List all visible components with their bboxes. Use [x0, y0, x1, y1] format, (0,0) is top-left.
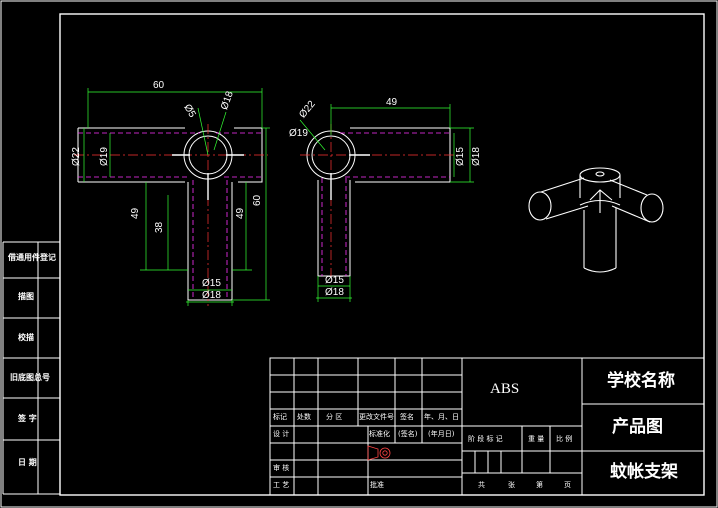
date-label: (年月日) [428, 430, 455, 438]
dim-left-d19: Ø19 [99, 147, 110, 166]
left-view-dimension-lines [83, 88, 270, 306]
rev-header-change-doc: 更改文件号 [359, 413, 394, 421]
right-view-dimension-lines [299, 104, 474, 302]
dim-left-d15-bottom: Ø15 [202, 278, 221, 289]
cad-drawing-sheet [0, 0, 718, 508]
outer-border [0, 0, 718, 508]
side-panel-grid [2, 241, 60, 495]
school-name: 学校名称 [607, 371, 675, 391]
approve-label: 批准 [370, 481, 384, 489]
dim-right-d15-bottom: Ø15 [325, 275, 344, 286]
dim-left-d18-bottom: Ø18 [202, 290, 221, 301]
dim-left-49b: 49 [235, 207, 246, 219]
dim-right-49: 49 [386, 97, 398, 108]
weight-header: 重 量 [528, 435, 545, 443]
rev-header-sign: 签名 [400, 413, 414, 421]
rev-header-count: 处数 [297, 413, 311, 421]
sheet-page-label: 页 [564, 481, 571, 489]
side-label-borrowed-parts: 借通用件登记 [8, 253, 56, 262]
dim-left-d22: Ø22 [71, 147, 82, 166]
right-view-hidden-lines [321, 132, 450, 276]
rev-header-mark: 标记 [273, 413, 287, 421]
sheet-unit-label: 张 [508, 481, 515, 489]
right-view-center-lines [300, 124, 458, 282]
stage-mark-header: 阶 段 标 记 [468, 435, 503, 443]
first-angle-projection-icon [367, 445, 391, 461]
sheet-no-label: 第 [536, 481, 543, 489]
side-label-checking: 校描 [18, 333, 34, 342]
side-label-signature: 签 字 [18, 414, 37, 423]
right-view-outline [306, 127, 451, 277]
isometric-bracket-icon [528, 167, 664, 273]
rev-header-zone: 分 区 [326, 413, 343, 421]
dim-right-d18-bottom: Ø18 [325, 287, 344, 298]
side-label-date: 日 期 [18, 458, 37, 467]
drawing-type: 产品图 [612, 417, 663, 437]
dim-left-38: 38 [154, 221, 165, 233]
dim-left-49a: 49 [130, 207, 141, 219]
rev-header-date: 年、月、日 [424, 413, 459, 421]
dim-right-d19: Ø19 [289, 128, 308, 139]
material-value: ABS [490, 381, 520, 397]
role-process: 工 艺 [273, 481, 290, 489]
dim-right-d18: Ø18 [471, 147, 482, 166]
side-label-old-drawing-no: 旧底图总号 [10, 373, 50, 382]
sheet-total-label: 共 [478, 481, 485, 489]
part-name: 蚊帐支架 [610, 462, 678, 482]
sign-label: (签名) [398, 430, 418, 438]
role-design: 设 计 [273, 430, 290, 438]
role-review: 审 核 [273, 464, 290, 472]
std-label: 标准化 [369, 430, 390, 438]
scale-header: 比 例 [556, 435, 573, 443]
dim-left-60v: 60 [252, 194, 263, 206]
dim-left-width-60: 60 [153, 80, 165, 91]
side-label-tracing: 描图 [18, 292, 34, 301]
dim-right-d15: Ø15 [455, 147, 466, 166]
